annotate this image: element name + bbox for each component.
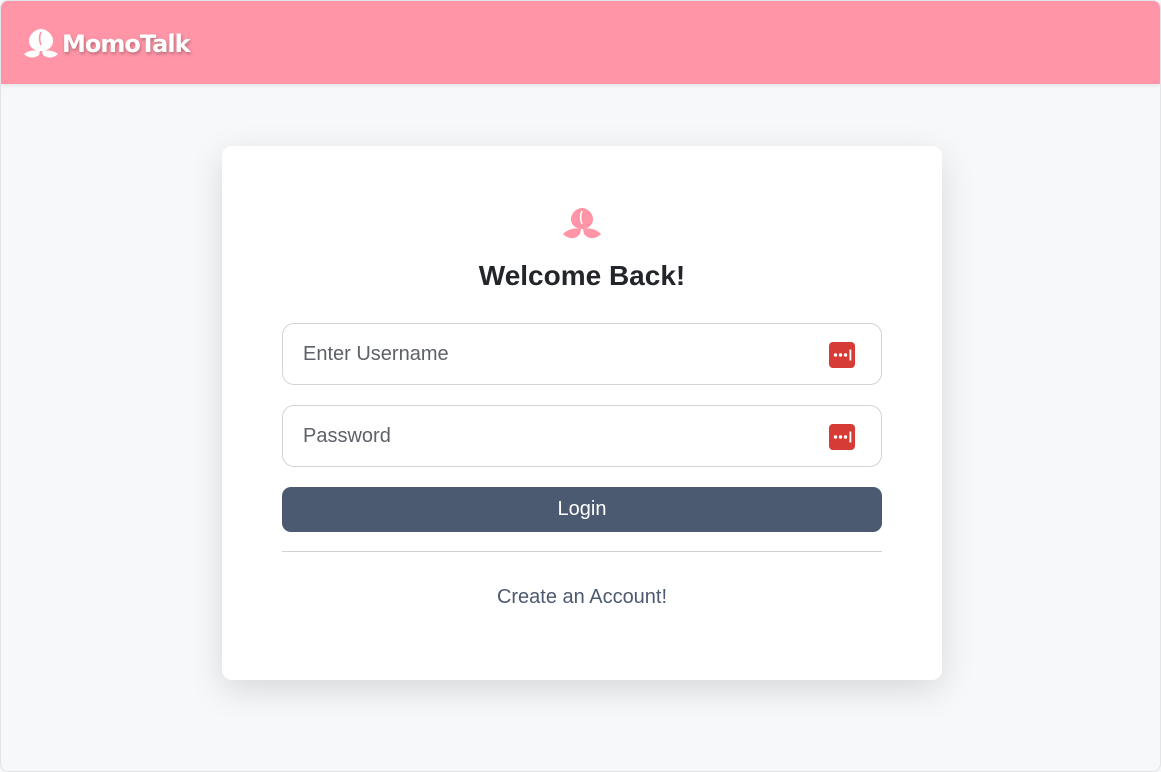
peach-icon — [561, 206, 603, 244]
login-card: Welcome Back! Enter Username Login Creat… — [222, 146, 942, 680]
brand-name: MomoTalk — [62, 30, 191, 58]
password-input[interactable] — [283, 406, 881, 466]
username-input[interactable] — [283, 324, 881, 384]
peach-icon — [24, 29, 58, 58]
password-manager-icon[interactable] — [829, 342, 855, 368]
login-button[interactable]: Login — [282, 487, 882, 532]
password-field-container — [282, 405, 882, 467]
brand-logo[interactable]: MomoTalk — [21, 25, 191, 63]
password-manager-icon[interactable] — [829, 424, 855, 450]
app-window: MomoTalk Welcome Back! Enter Username Lo… — [0, 0, 1161, 772]
divider — [282, 551, 882, 552]
top-bar: MomoTalk — [1, 1, 1160, 84]
welcome-title: Welcome Back! — [478, 260, 686, 291]
username-field-container — [282, 323, 882, 385]
create-account-link[interactable]: Create an Account! — [222, 585, 942, 609]
